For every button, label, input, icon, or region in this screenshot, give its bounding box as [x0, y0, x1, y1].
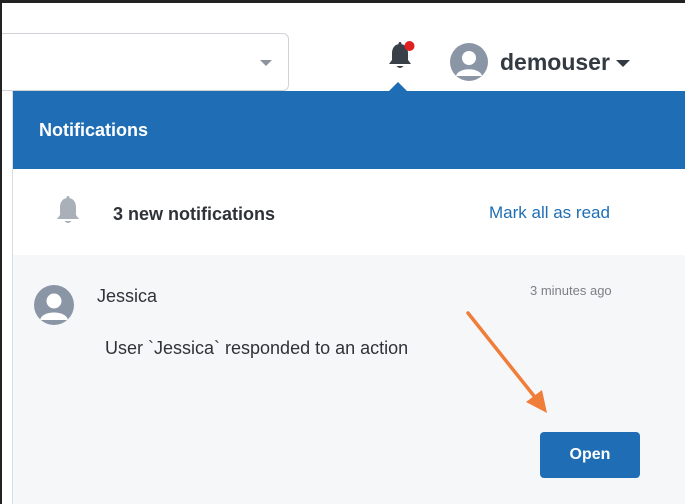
avatar — [34, 285, 74, 325]
unread-dot — [404, 41, 415, 51]
avatar — [450, 43, 488, 81]
mark-all-read-link[interactable]: Mark all as read — [489, 203, 610, 223]
bell-icon — [389, 41, 415, 68]
bell-icon — [53, 195, 83, 231]
user-avatar-icon — [40, 293, 68, 320]
app-window: demouser Notifications 3 new notificatio… — [0, 0, 685, 504]
user-menu[interactable]: demouser — [450, 41, 630, 83]
new-notifications-count: 3 new notifications — [113, 204, 276, 224]
open-button[interactable]: Open — [540, 432, 640, 478]
panel-title: Notifications — [13, 91, 685, 169]
notifications-summary-row: 3 new notifications Mark all as read — [13, 169, 685, 256]
notification-sender: Jessica — [97, 286, 158, 306]
username-label: demouser — [500, 48, 610, 75]
chevron-down-icon — [260, 60, 272, 66]
top-select-box[interactable] — [2, 33, 289, 91]
notification-timestamp: 3 minutes ago — [530, 283, 612, 298]
user-avatar-icon — [456, 51, 482, 76]
notifications-panel: Notifications 3 new notifications Mark a… — [12, 91, 685, 504]
notification-message: User `Jessica` responded to an action — [105, 338, 409, 358]
notifications-bell-button[interactable] — [385, 41, 415, 75]
chevron-down-icon — [615, 59, 630, 67]
notification-item: Jessica 3 minutes ago User `Jessica` res… — [13, 255, 685, 504]
dropdown-pointer — [389, 82, 407, 91]
